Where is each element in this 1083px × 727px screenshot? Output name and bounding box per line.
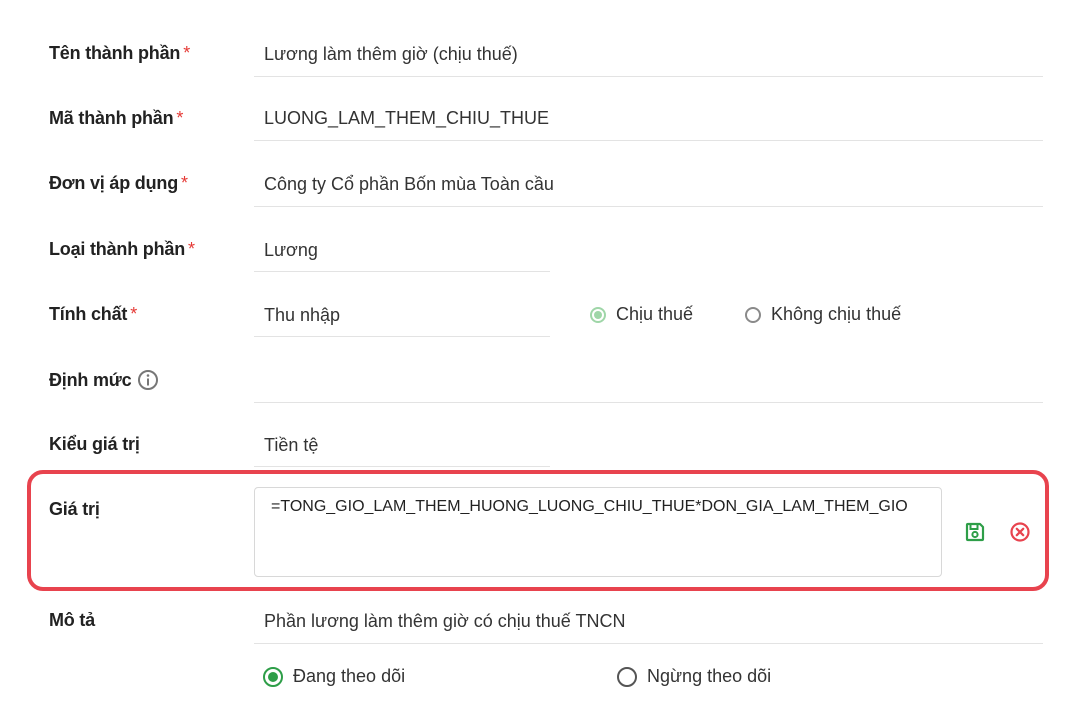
label-don-vi-ap-dung: Đơn vị áp dụng * (49, 173, 188, 193)
label-ten-thanh-phan: Tên thành phần * (49, 43, 191, 63)
label-mo-ta: Mô tả (49, 610, 95, 630)
field-underline (254, 336, 550, 337)
field-underline (254, 402, 1043, 403)
field-underline (254, 271, 550, 272)
label-ma-thanh-phan: Mã thành phần * (49, 108, 184, 128)
required-mark: * (130, 304, 138, 324)
close-circle-icon[interactable] (1009, 521, 1031, 543)
label-gia-tri: Giá trị (49, 499, 100, 519)
required-mark: * (181, 173, 188, 193)
label-dinh-muc: Định mức (49, 370, 132, 390)
radio-chiu-thue[interactable]: Chịu thuế (590, 304, 693, 325)
radio-unselected-icon (617, 666, 637, 687)
label-kieu-gia-tri: Kiểu giá trị (49, 434, 140, 454)
required-mark: * (188, 239, 195, 259)
radio-label: Ngừng theo dõi (647, 666, 772, 686)
mo-ta-field[interactable]: Phần lương làm thêm giờ có chịu thuế TNC… (264, 611, 626, 632)
radio-label: Chịu thuế (616, 304, 694, 324)
radio-unselected-icon (745, 306, 761, 323)
don-vi-ap-dung-field[interactable]: Công ty Cổ phần Bốn mùa Toàn cầu (264, 174, 554, 195)
field-underline (254, 140, 1043, 141)
required-mark: * (176, 108, 184, 128)
tinh-chat-select[interactable]: Thu nhập (264, 305, 340, 326)
loai-thanh-phan-select[interactable]: Lương (264, 240, 318, 261)
radio-selected-icon (590, 306, 606, 323)
field-underline (254, 76, 1043, 77)
label-loai-thanh-phan: Loại thành phần * (49, 239, 195, 259)
field-underline (254, 206, 1043, 207)
radio-label: Đang theo dõi (293, 666, 406, 686)
info-icon[interactable] (137, 369, 159, 391)
radio-label: Không chịu thuế (771, 304, 902, 324)
required-mark: * (183, 43, 191, 63)
field-underline (254, 466, 550, 467)
radio-dang-theo-doi[interactable]: Đang theo dõi (263, 666, 405, 687)
save-icon[interactable] (964, 521, 986, 543)
radio-khong-chiu-thue[interactable]: Không chịu thuế (745, 304, 901, 325)
ten-thanh-phan-field[interactable]: Lương làm thêm giờ (chịu thuế) (264, 44, 518, 65)
field-underline (254, 643, 1043, 644)
radio-ngung-theo-doi[interactable]: Ngừng theo dõi (617, 666, 771, 687)
label-tinh-chat: Tính chất * (49, 304, 138, 324)
ma-thanh-phan-field[interactable]: LUONG_LAM_THEM_CHIU_THUE (264, 108, 549, 129)
radio-selected-icon (263, 666, 283, 687)
kieu-gia-tri-select[interactable]: Tiền tệ (264, 435, 318, 456)
gia-tri-formula-input[interactable]: =TONG_GIO_LAM_THEM_HUONG_LUONG_CHIU_THUE… (254, 487, 942, 577)
